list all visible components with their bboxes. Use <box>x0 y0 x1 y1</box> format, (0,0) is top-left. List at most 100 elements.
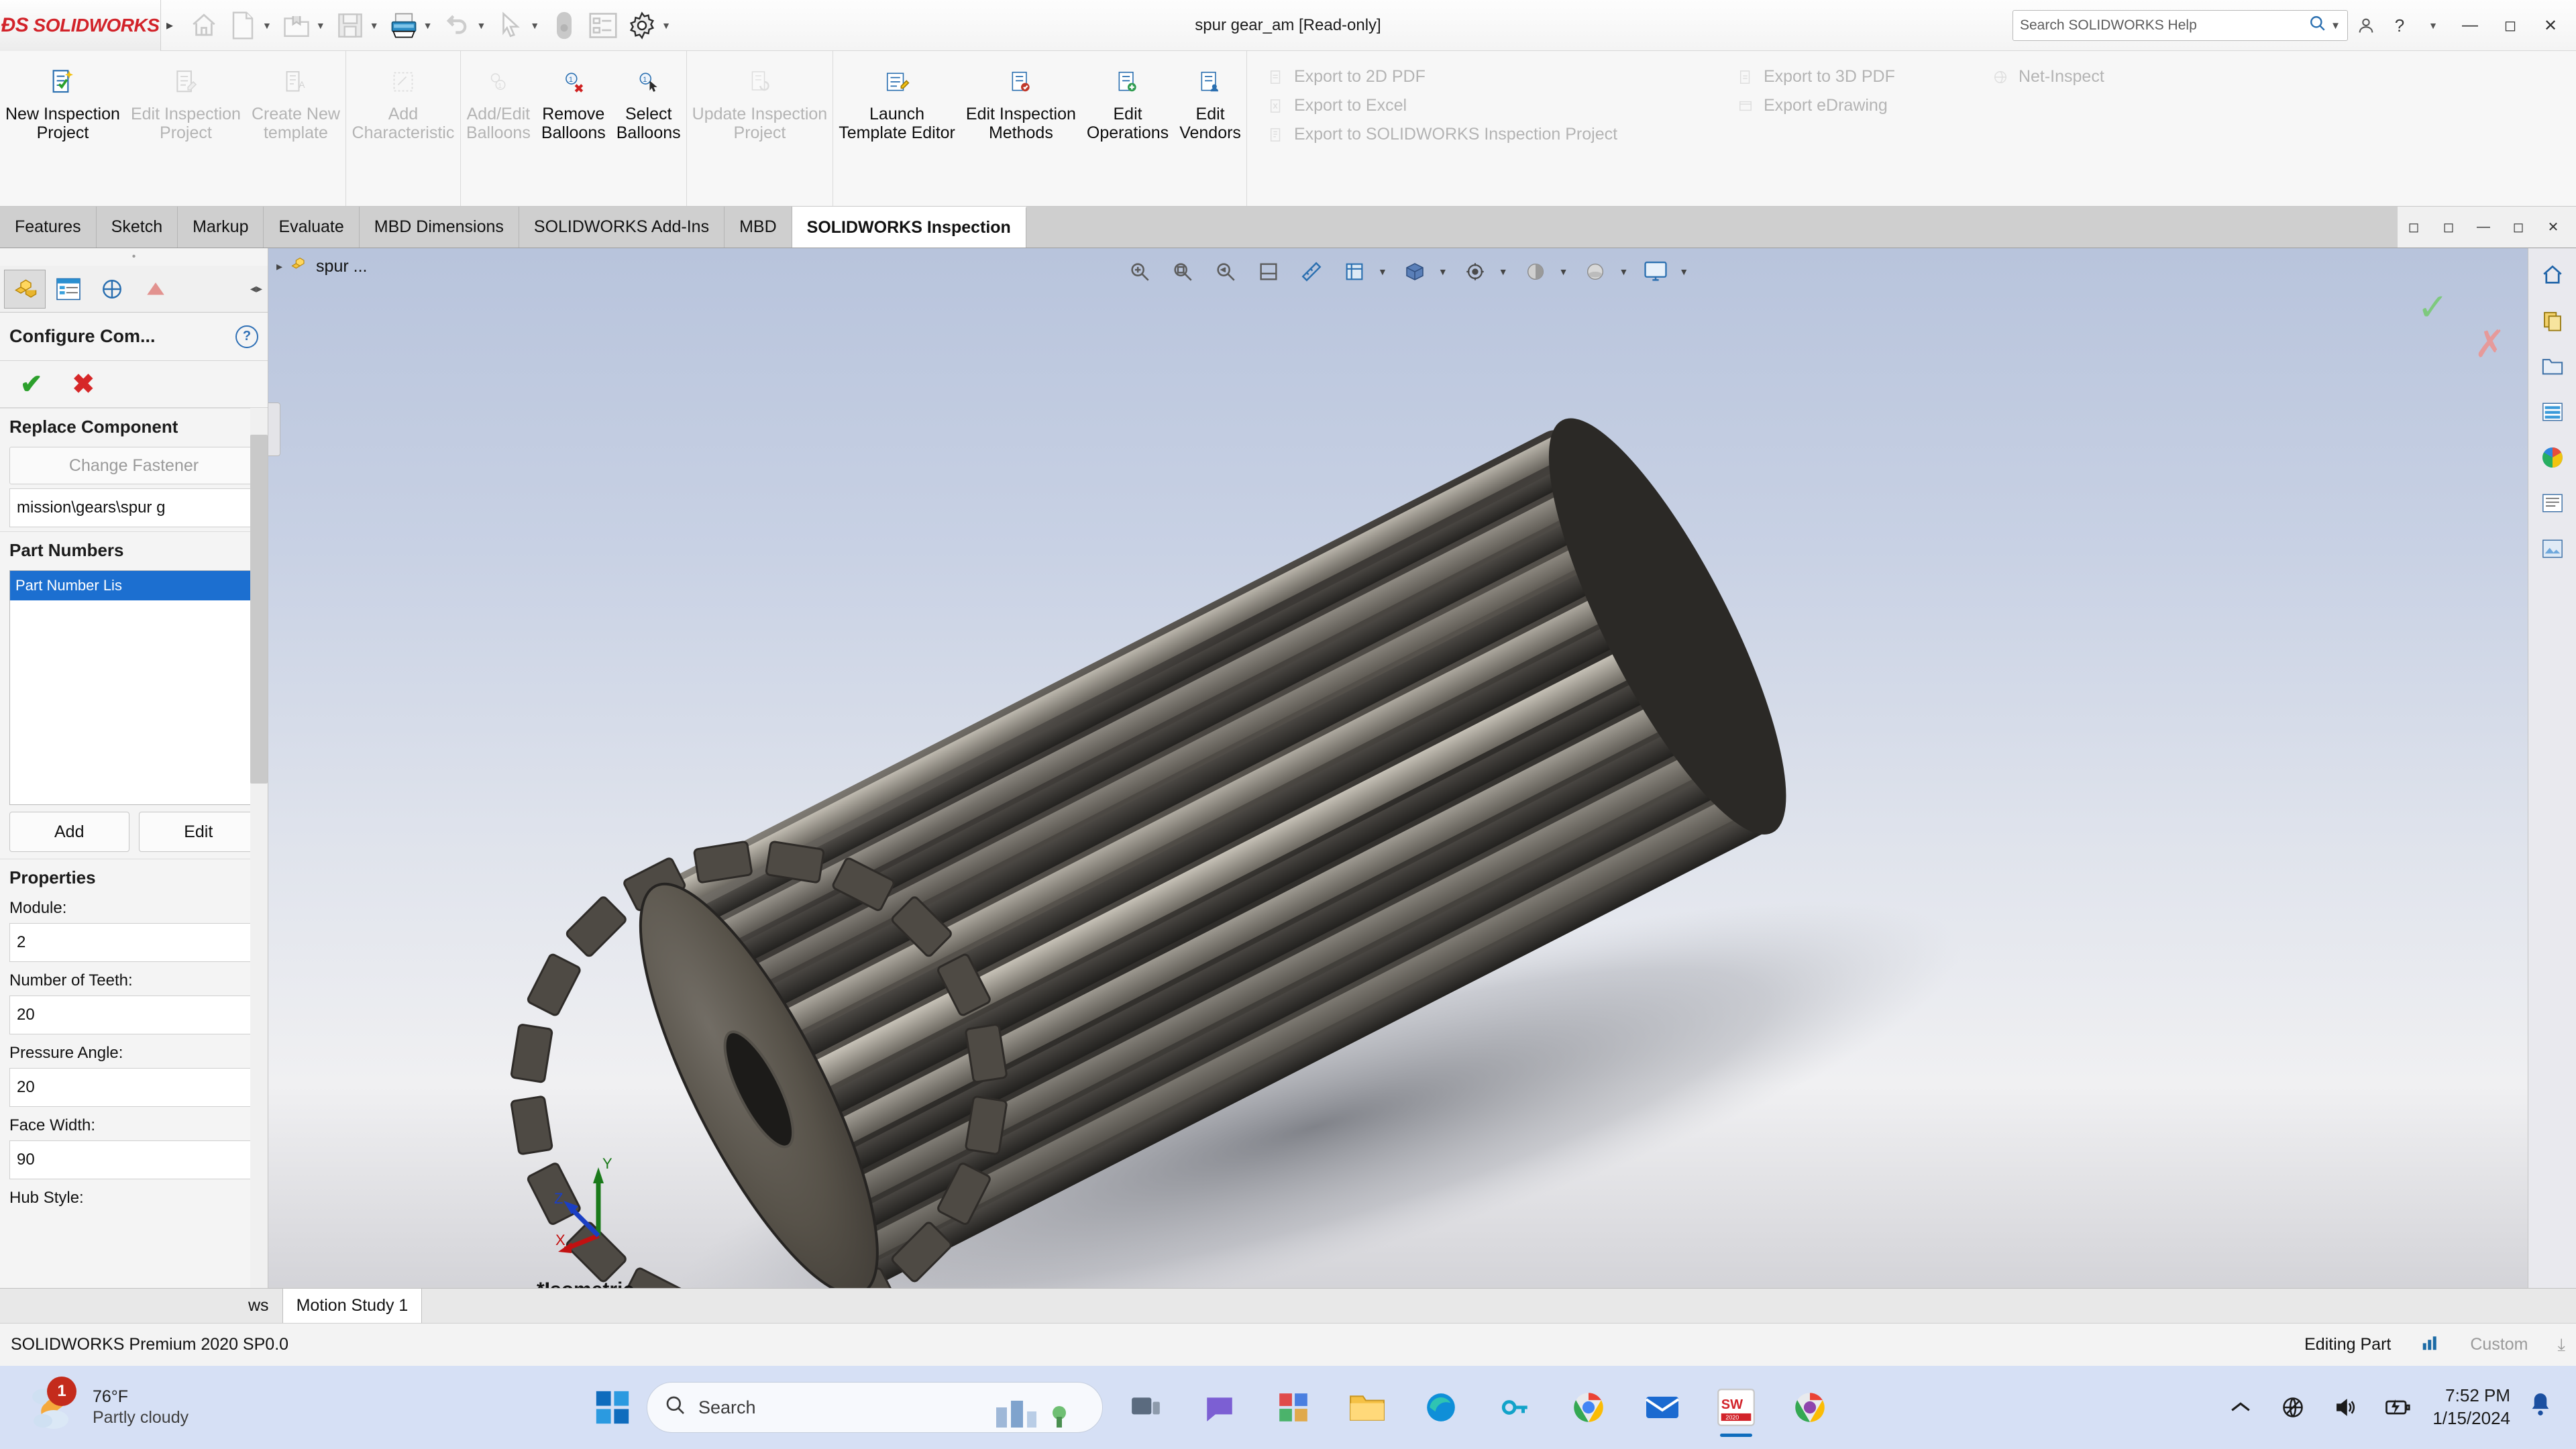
file-explorer-icon[interactable] <box>1336 1377 1398 1438</box>
tab-mbd-dimensions[interactable]: MBD Dimensions <box>360 207 519 248</box>
select-cursor-icon[interactable] <box>492 7 529 44</box>
decals-icon[interactable] <box>2534 530 2571 568</box>
panel-scrollbar-thumb[interactable] <box>250 435 268 784</box>
bottom-tab-motion-study[interactable]: Motion Study 1 <box>282 1289 423 1323</box>
new-document-caret-icon[interactable]: ▼ <box>262 20 276 31</box>
home-icon[interactable] <box>185 7 223 44</box>
print-icon[interactable] <box>385 7 423 44</box>
chat-icon[interactable] <box>1189 1377 1250 1438</box>
search-icon[interactable] <box>2309 15 2326 36</box>
tab-solidworks-inspection[interactable]: SOLIDWORKS Inspection <box>792 207 1026 248</box>
scenes-icon[interactable] <box>2534 484 2571 522</box>
doc-restore-icon-2[interactable]: ◻ <box>2432 211 2465 244</box>
edit-operations-button[interactable]: Edit Operations <box>1081 51 1174 206</box>
undo-caret-icon[interactable]: ▼ <box>476 20 490 31</box>
cancel-button[interactable]: ✖ <box>72 371 95 398</box>
face-width-input[interactable]: 90 <box>9 1140 258 1179</box>
vpn-key-icon[interactable] <box>1484 1377 1546 1438</box>
panel-help-icon[interactable]: ? <box>235 325 258 348</box>
tab-sketch[interactable]: Sketch <box>97 207 178 248</box>
number-of-teeth-input[interactable]: 20 <box>9 996 258 1034</box>
windows-taskbar: 1 76°F Partly cloudy Search SW 2020 7:52… <box>0 1366 2576 1449</box>
status-units-label[interactable]: Custom <box>2470 1335 2528 1354</box>
graphics-viewport[interactable]: ▸ spur ... ▼ ▼ ▼ ▼ ▼ ▼ ✓ ✗ Y X Z <box>268 248 2576 1322</box>
confirm-corner-cancel-icon[interactable]: ✗ <box>2474 322 2506 366</box>
color-wheel-icon[interactable] <box>2534 439 2571 476</box>
copy-icon[interactable] <box>2534 302 2571 339</box>
settings-caret-icon[interactable]: ▼ <box>661 20 676 31</box>
dimxpert-icon[interactable] <box>135 270 176 309</box>
mail-icon[interactable] <box>1631 1377 1693 1438</box>
confirm-corner-ok-icon[interactable]: ✓ <box>2417 285 2449 329</box>
close-button[interactable]: ✕ <box>2532 7 2569 44</box>
tab-markup[interactable]: Markup <box>178 207 264 248</box>
menu-expand-arrow-icon[interactable]: ▸ <box>161 17 178 34</box>
select-caret-icon[interactable]: ▼ <box>529 20 544 31</box>
options-list-icon[interactable] <box>584 7 622 44</box>
new-inspection-project-button[interactable]: New Inspection Project <box>0 51 125 206</box>
edit-inspection-methods-button[interactable]: Edit Inspection Methods <box>961 51 1081 206</box>
help-icon[interactable]: ? <box>2384 10 2415 41</box>
help-caret-icon[interactable]: ▼ <box>2418 10 2449 41</box>
launch-template-editor-button[interactable]: Launch Template Editor <box>833 51 961 206</box>
tab-features[interactable]: Features <box>0 207 97 248</box>
ok-button[interactable]: ✔ <box>20 371 43 398</box>
remove-balloons-icon: 1 <box>561 63 586 101</box>
pressure-angle-input[interactable]: 20 <box>9 1068 258 1107</box>
chevron-expand-icon[interactable]: ⤓ <box>2558 1334 2566 1356</box>
appearances-icon[interactable] <box>2534 393 2571 431</box>
panel-collapse-arrows-icon[interactable]: ◂▸ <box>250 282 264 296</box>
solidworks-app-icon[interactable]: SW 2020 <box>1705 1377 1767 1438</box>
print-caret-icon[interactable]: ▼ <box>423 20 437 31</box>
part-numbers-listbox[interactable]: Part Number Lis <box>9 570 258 805</box>
help-search-input[interactable]: Search SOLIDWORKS Help ▼ <box>2012 10 2348 41</box>
edge-browser-icon[interactable] <box>1410 1377 1472 1438</box>
widgets-icon[interactable] <box>1263 1377 1324 1438</box>
tab-solidworks-add-ins[interactable]: SOLIDWORKS Add-Ins <box>519 207 725 248</box>
task-view-icon[interactable] <box>1115 1377 1177 1438</box>
save-caret-icon[interactable]: ▼ <box>369 20 384 31</box>
add-button[interactable]: Add <box>9 812 129 852</box>
document-bottom-tabs: ws Motion Study 1 <box>0 1288 2576 1323</box>
edit-button[interactable]: Edit <box>138 812 258 852</box>
gear-icon[interactable] <box>623 7 661 44</box>
bottom-tab-model-views[interactable]: ws <box>235 1289 283 1323</box>
open-caret-icon[interactable]: ▼ <box>315 20 330 31</box>
solidworks-logo[interactable]: ÐS SOLIDWORKS <box>0 0 161 51</box>
home-view-icon[interactable] <box>2534 256 2571 294</box>
doc-minimize-button[interactable]: — <box>2467 211 2500 244</box>
measure-icon[interactable] <box>545 7 583 44</box>
undo-icon[interactable] <box>438 7 476 44</box>
taskbar-search-input[interactable]: Search <box>647 1382 1103 1433</box>
search-caret-icon[interactable]: ▼ <box>2330 20 2341 32</box>
feature-tree-icon[interactable] <box>4 269 46 309</box>
property-manager-icon[interactable] <box>48 270 89 309</box>
minimize-button[interactable]: — <box>2451 7 2489 44</box>
panel-scrollbar[interactable] <box>250 408 268 1322</box>
tab-evaluate[interactable]: Evaluate <box>264 207 360 248</box>
change-fastener-button[interactable]: Change Fastener <box>9 447 258 484</box>
edit-vendors-button[interactable]: Edit Vendors <box>1174 51 1246 206</box>
folder-icon[interactable] <box>2534 347 2571 385</box>
start-button-icon[interactable] <box>590 1385 635 1430</box>
chart-icon[interactable] <box>2420 1333 2440 1356</box>
save-icon[interactable] <box>331 7 369 44</box>
remove-balloons-button[interactable]: 1 Remove Balloons <box>536 51 611 206</box>
inspection-ribbon: New Inspection Project Edit Inspection P… <box>0 51 2576 207</box>
component-path-field[interactable]: mission\gears\spur g <box>9 488 258 527</box>
select-balloons-button[interactable]: 1 Select Balloons <box>611 51 686 206</box>
open-folder-icon[interactable] <box>278 7 315 44</box>
maximize-button[interactable]: ◻ <box>2491 7 2529 44</box>
doc-close-button[interactable]: ✕ <box>2537 211 2569 244</box>
tab-mbd[interactable]: MBD <box>724 207 792 248</box>
export-excel-item: Export to Excel <box>1267 96 1717 115</box>
user-account-icon[interactable] <box>2351 10 2381 41</box>
doc-maximize-button[interactable]: ◻ <box>2502 211 2534 244</box>
new-document-icon[interactable] <box>224 7 262 44</box>
chrome-browser-icon[interactable] <box>1558 1377 1619 1438</box>
panel-grip[interactable]: • <box>0 248 268 266</box>
module-input[interactable]: 2 <box>9 923 258 962</box>
chrome-secondary-icon[interactable] <box>1779 1377 1841 1438</box>
configuration-icon[interactable] <box>91 270 133 309</box>
doc-restore-icon-1[interactable]: ◻ <box>2398 211 2430 244</box>
